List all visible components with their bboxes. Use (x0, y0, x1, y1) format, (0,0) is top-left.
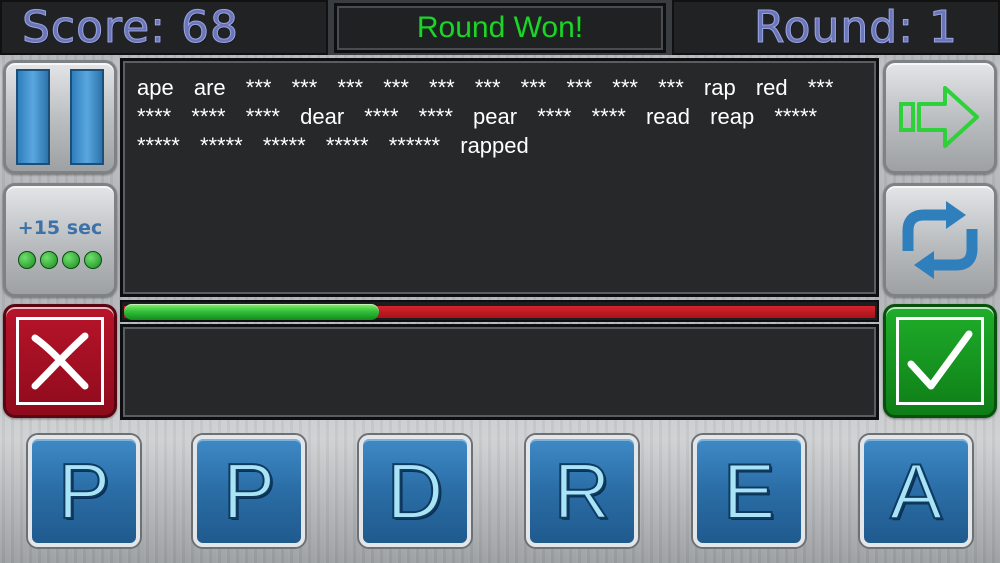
found-word: *** (566, 75, 593, 100)
found-word: **** (137, 104, 172, 129)
bonus-remaining-dots (18, 251, 102, 269)
found-word: *** (612, 75, 638, 100)
found-word: *** (291, 75, 318, 100)
found-word: rapped (460, 133, 529, 158)
found-word: *** (429, 75, 455, 100)
found-word: *** (337, 75, 364, 100)
found-word: **** (591, 104, 626, 129)
letter-tile[interactable]: R (526, 435, 638, 547)
found-word: **** (191, 104, 226, 129)
found-word: *** (807, 75, 834, 100)
found-word: **** (537, 104, 572, 129)
found-word: *** (383, 75, 409, 100)
found-word: read (645, 104, 691, 129)
round-status: Round Won! (334, 3, 666, 53)
letter-tiles: PPDREA (0, 431, 1000, 553)
found-word: ****** (388, 133, 441, 158)
found-word: pear (473, 104, 518, 129)
found-words-list: ape are *** *** *** *** *** *** *** *** … (120, 58, 879, 297)
found-word: are (193, 75, 226, 100)
found-word: dear (300, 104, 345, 129)
word-entry-area[interactable] (120, 324, 879, 420)
bonus-dot (84, 251, 102, 269)
found-word: ***** (137, 133, 180, 158)
score-display: Score: 68 (0, 0, 328, 55)
shuffle-button[interactable] (883, 183, 997, 297)
found-word: ***** (199, 133, 243, 158)
timer-bar (120, 300, 879, 322)
found-word: ***** (774, 104, 818, 129)
found-word: *** (245, 75, 272, 100)
letter-tile[interactable]: P (28, 435, 140, 547)
bonus-time-button[interactable]: +15 sec (3, 183, 117, 297)
letter-tile[interactable]: D (359, 435, 471, 547)
found-word: *** (474, 75, 501, 100)
bonus-time-label: +15 sec (17, 217, 103, 239)
found-word: *** (658, 75, 684, 100)
found-word: **** (418, 104, 453, 129)
round-display: Round: 1 (672, 0, 1000, 55)
found-word: reap (710, 104, 755, 129)
clear-button[interactable] (3, 304, 117, 418)
bonus-dot (18, 251, 36, 269)
found-word: ape (137, 75, 174, 100)
letter-tile[interactable]: A (860, 435, 972, 547)
found-word: rap (703, 75, 736, 100)
found-word: ***** (325, 133, 369, 158)
letter-tile[interactable]: E (693, 435, 805, 547)
checkmark-icon (896, 317, 984, 405)
next-button[interactable] (883, 60, 997, 174)
found-word: ***** (262, 133, 306, 158)
found-word: **** (364, 104, 399, 129)
found-word: *** (520, 75, 547, 100)
shuffle-icon (902, 201, 978, 279)
found-word: red (755, 75, 788, 100)
bonus-dot (40, 251, 58, 269)
timer-remaining (124, 304, 379, 320)
submit-button[interactable] (883, 304, 997, 418)
found-word: **** (245, 104, 280, 129)
x-icon (16, 317, 104, 405)
letter-tile[interactable]: P (193, 435, 305, 547)
bonus-dot (62, 251, 80, 269)
pause-button[interactable] (3, 60, 117, 174)
pause-icon (16, 69, 104, 165)
arrow-right-icon (899, 86, 979, 148)
